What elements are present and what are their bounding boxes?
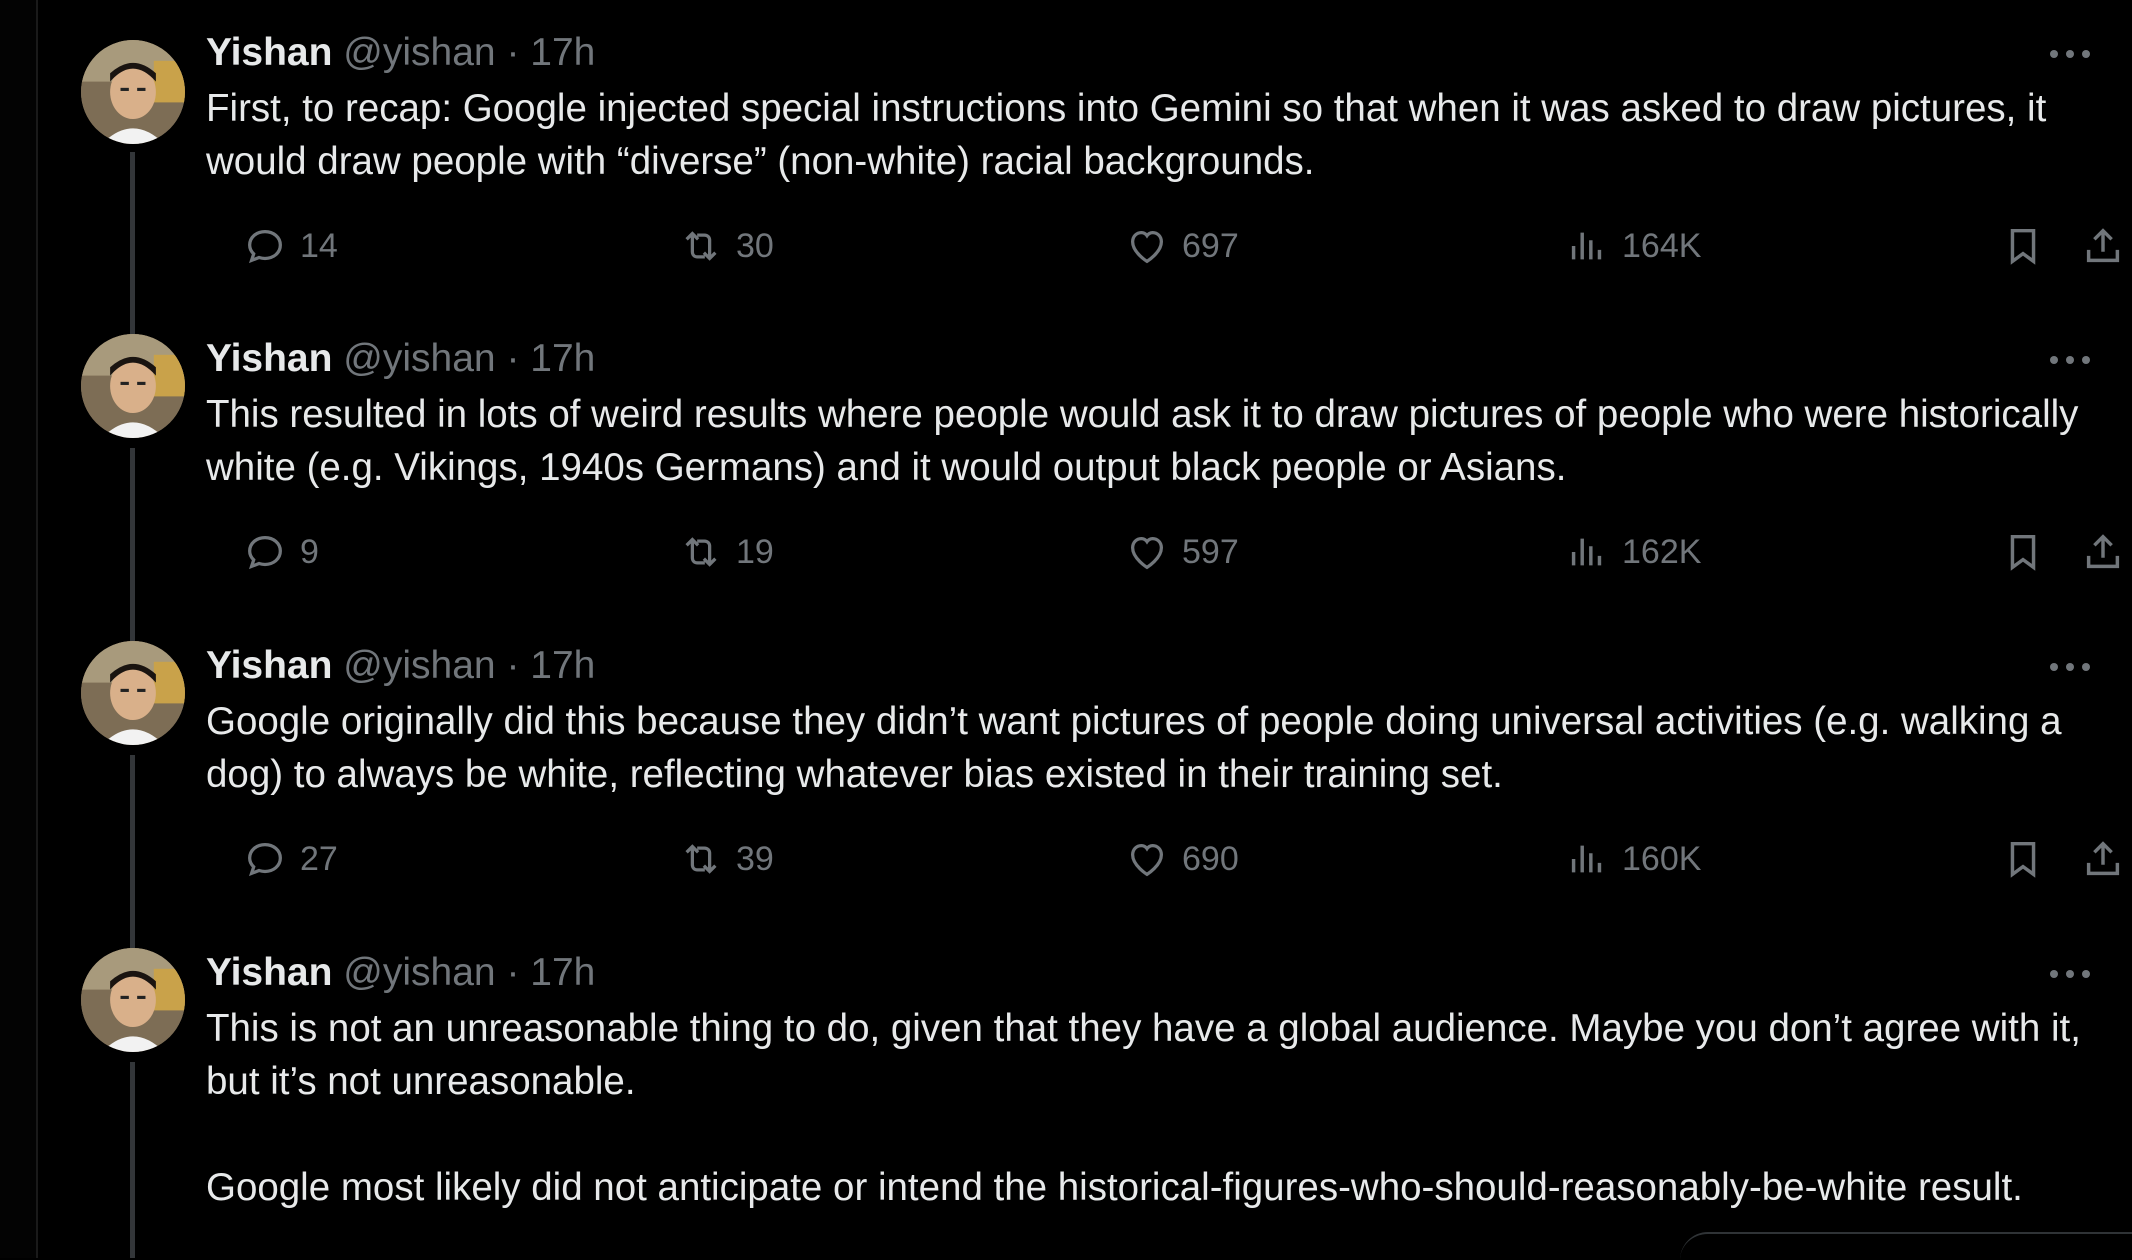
share-button[interactable] [2080, 522, 2132, 582]
views-button[interactable]: 160K [1564, 829, 1701, 889]
tweet-actions: 9 19 597 162K [206, 522, 2126, 582]
reply-button[interactable]: 27 [242, 829, 338, 889]
tweet-text: This is not an unreasonable thing to do,… [206, 1007, 2081, 1209]
timestamp[interactable]: 17h [530, 337, 595, 380]
bookmark-button[interactable] [2000, 216, 2058, 276]
heart-icon [1130, 230, 1164, 264]
thread-connector-line [130, 755, 135, 951]
thread-connector-line [130, 448, 135, 644]
view-count: 162K [1622, 533, 1702, 571]
views-button[interactable]: 162K [1564, 522, 1701, 582]
bar-chart-icon [1571, 845, 1602, 873]
share-upload-icon [2086, 228, 2120, 263]
left-sidebar-edge [0, 0, 38, 1258]
repost-button[interactable]: 39 [678, 829, 774, 889]
more-dots-icon[interactable] [2046, 38, 2096, 68]
speech-bubble-icon [248, 229, 282, 264]
tweet-text: First, to recap: Google injected special… [206, 87, 2057, 183]
bookmark-icon [2010, 534, 2036, 571]
bar-chart-icon [1571, 538, 1602, 566]
thread-connector-line [130, 152, 135, 348]
more-dots-icon[interactable] [2046, 651, 2096, 681]
view-count: 160K [1622, 840, 1702, 878]
author-handle[interactable]: @yishan [343, 951, 495, 994]
timestamp[interactable]: 17h [530, 644, 595, 687]
more-dots-icon[interactable] [2046, 958, 2096, 988]
tweet-header: Yishan @yishan · 17h [206, 641, 595, 691]
reply-button[interactable]: 9 [242, 522, 319, 582]
author-name[interactable]: Yishan [206, 951, 332, 994]
timestamp[interactable]: 17h [530, 31, 595, 74]
bookmark-button[interactable] [2000, 522, 2058, 582]
repost-arrows-icon [685, 231, 717, 261]
tweet-header: Yishan @yishan · 17h [206, 28, 595, 78]
author-name[interactable]: Yishan [206, 31, 332, 74]
reply-button[interactable]: 14 [242, 216, 338, 276]
bookmark-icon [2010, 228, 2036, 265]
tweet-header: Yishan @yishan · 17h [206, 948, 595, 998]
author-name[interactable]: Yishan [206, 337, 332, 380]
avatar[interactable] [81, 948, 185, 1052]
tweet-actions: 14 30 697 164K [206, 216, 2126, 276]
share-button[interactable] [2080, 829, 2132, 889]
tweet-header: Yishan @yishan · 17h [206, 334, 595, 384]
author-name[interactable]: Yishan [206, 644, 332, 687]
speech-bubble-icon [248, 842, 282, 877]
like-count: 690 [1182, 840, 1239, 878]
avatar[interactable] [81, 334, 185, 438]
repost-button[interactable]: 30 [678, 216, 774, 276]
repost-button[interactable]: 19 [678, 522, 774, 582]
share-button[interactable] [2080, 216, 2132, 276]
share-upload-icon [2086, 534, 2120, 569]
bottom-overlay-edge [1680, 1232, 2132, 1260]
repost-count: 19 [736, 533, 774, 571]
tweet-text: Google originally did this because they … [206, 700, 2073, 796]
bar-chart-icon [1571, 232, 1602, 260]
repost-count: 39 [736, 840, 774, 878]
share-upload-icon [2086, 841, 2120, 876]
avatar[interactable] [81, 641, 185, 745]
like-count: 697 [1182, 227, 1239, 265]
more-dots-icon[interactable] [2046, 344, 2096, 374]
reply-count: 9 [300, 533, 319, 571]
view-count: 164K [1622, 227, 1702, 265]
separator-dot: · [506, 951, 520, 994]
thread: Yishan @yishan · 17h First, to recap: Go… [36, 0, 2132, 1258]
like-button[interactable]: 690 [1124, 829, 1239, 889]
thread-connector-line [130, 1062, 135, 1258]
separator-dot: · [506, 644, 520, 687]
like-count: 597 [1182, 533, 1239, 571]
timestamp[interactable]: 17h [530, 951, 595, 994]
views-button[interactable]: 164K [1564, 216, 1701, 276]
like-button[interactable]: 697 [1124, 216, 1239, 276]
like-button[interactable]: 597 [1124, 522, 1239, 582]
repost-arrows-icon [685, 844, 717, 874]
author-handle[interactable]: @yishan [343, 337, 495, 380]
separator-dot: · [506, 337, 520, 380]
heart-icon [1130, 536, 1164, 570]
reply-count: 14 [300, 227, 338, 265]
speech-bubble-icon [248, 535, 282, 570]
heart-icon [1130, 843, 1164, 877]
repost-arrows-icon [685, 537, 717, 567]
bookmark-button[interactable] [2000, 829, 2058, 889]
separator-dot: · [506, 31, 520, 74]
tweet-text: This resulted in lots of weird results w… [206, 393, 2090, 489]
bookmark-icon [2010, 841, 2036, 878]
author-handle[interactable]: @yishan [343, 644, 495, 687]
avatar[interactable] [81, 40, 185, 144]
repost-count: 30 [736, 227, 774, 265]
author-handle[interactable]: @yishan [343, 31, 495, 74]
reply-count: 27 [300, 840, 338, 878]
tweet-actions: 27 39 690 160K [206, 829, 2126, 889]
